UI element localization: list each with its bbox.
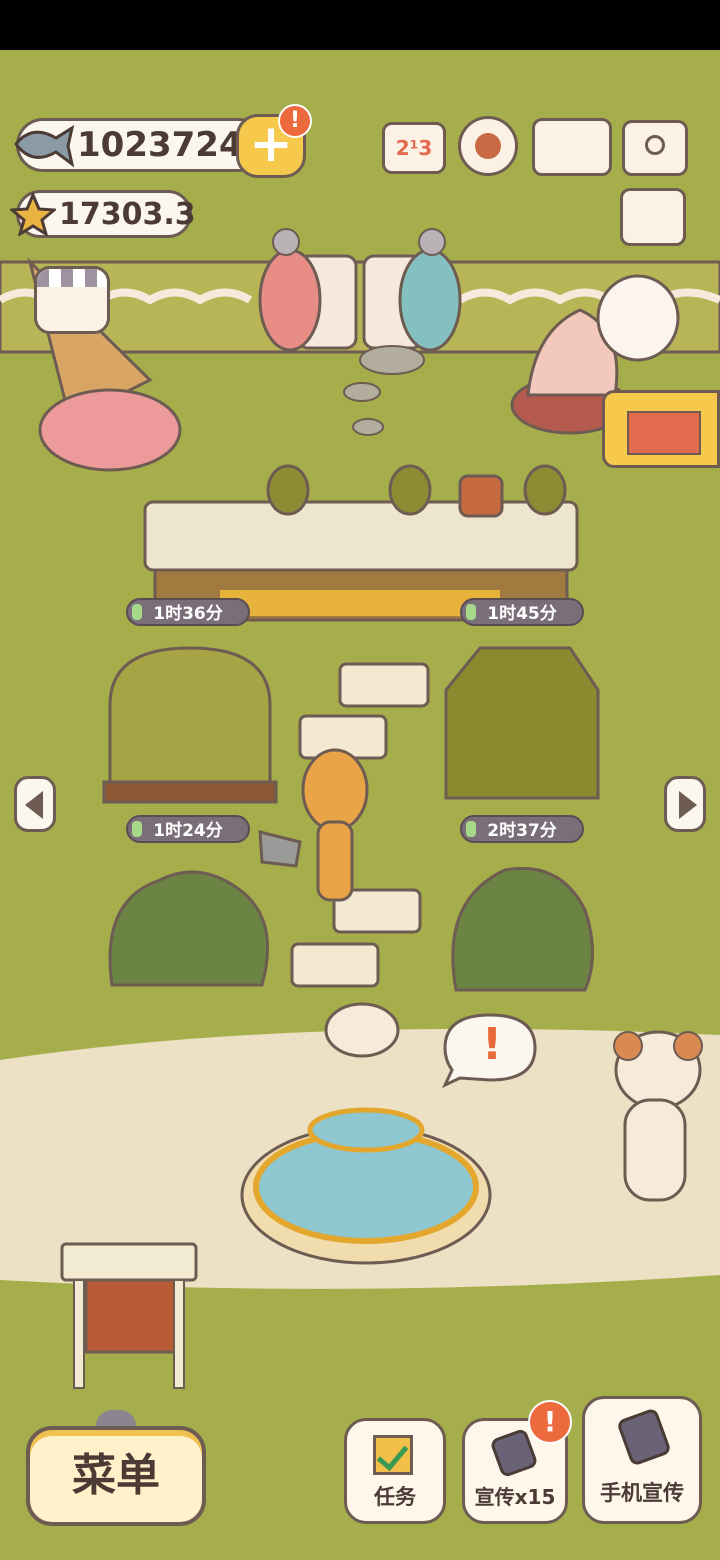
plus-alert-badge: ! bbox=[278, 104, 312, 138]
phone-icon bbox=[616, 1407, 672, 1467]
settings-gear-icon[interactable] bbox=[458, 116, 518, 176]
tasks-label: 任务 bbox=[374, 1485, 416, 1509]
timer-label: 2时37分 bbox=[460, 815, 584, 843]
phone-icon bbox=[489, 1427, 539, 1479]
menu-button[interactable]: 菜单 bbox=[26, 1426, 206, 1526]
star-amount: 17303.3 bbox=[59, 196, 196, 232]
fish-icon bbox=[14, 124, 75, 168]
task-checkbox-icon bbox=[373, 1435, 413, 1475]
phone-promote-label: 手机宣传 bbox=[600, 1481, 684, 1505]
greenhouse-left bbox=[102, 646, 278, 804]
arrow-right-icon[interactable] bbox=[664, 776, 706, 832]
phone-promote-button[interactable]: 手机宣传 bbox=[582, 1396, 702, 1524]
greenhouse-right bbox=[444, 646, 600, 800]
promote-alert-badge: ! bbox=[528, 1400, 572, 1444]
timer-label: 1时24分 bbox=[126, 815, 250, 843]
timer-label: 1时45分 bbox=[460, 598, 584, 626]
star-icon bbox=[10, 192, 56, 236]
newspaper-icon[interactable] bbox=[620, 188, 686, 246]
ranking-icon[interactable]: 2¹3 bbox=[382, 122, 446, 174]
cat-alert[interactable]: ! bbox=[476, 1022, 508, 1068]
fish-amount: 1023724 bbox=[77, 125, 243, 165]
arrow-left-icon[interactable] bbox=[14, 776, 56, 832]
camera-icon[interactable] bbox=[622, 120, 688, 176]
building-blocks-icon[interactable] bbox=[602, 390, 720, 468]
tasks-button[interactable]: 任务 bbox=[344, 1418, 446, 1524]
shop-icon[interactable] bbox=[34, 266, 110, 334]
status-bar bbox=[0, 0, 720, 50]
promote-label: 宣传x15 bbox=[474, 1485, 556, 1509]
catalog-book-icon[interactable] bbox=[532, 118, 612, 176]
timer-label: 1时36分 bbox=[126, 598, 250, 626]
